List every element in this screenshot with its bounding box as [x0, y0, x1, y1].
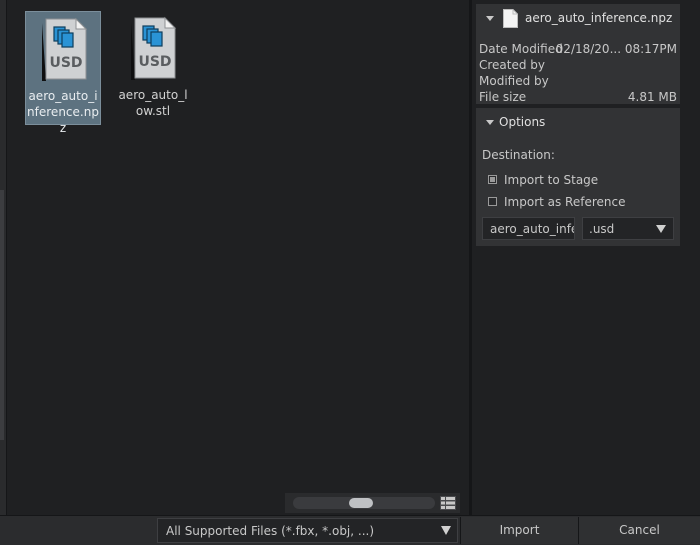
destination-label: Destination:: [482, 148, 555, 162]
collapse-triangle-icon[interactable]: [486, 120, 494, 125]
file-tile-aero-auto-inference[interactable]: USD aero_auto_inference.npz: [25, 11, 101, 135]
file-grid: USD aero_auto_inference.npz USD aero_aut…: [8, 0, 469, 515]
cancel-button[interactable]: Cancel: [578, 517, 700, 544]
file-type-filter-dropdown[interactable]: All Supported Files (*.fbx, *.obj, ...): [157, 518, 458, 543]
usd-file-icon: USD: [42, 17, 88, 81]
thumbnail-zoom-bar: [285, 493, 460, 513]
zoom-slider[interactable]: [293, 497, 435, 509]
options-header[interactable]: Options: [476, 108, 680, 136]
document-icon: [503, 9, 518, 28]
svg-text:USD: USD: [49, 55, 82, 71]
info-row-date-modified: Date Modified 02/18/20... 08:17PM: [479, 42, 677, 56]
output-name-field[interactable]: aero_auto_infe: [482, 217, 575, 240]
import-button[interactable]: Import: [460, 517, 578, 544]
details-panel: aero_auto_inference.npz Date Modified 02…: [472, 0, 700, 515]
selected-file-name: aero_auto_inference.npz: [525, 11, 673, 25]
left-scrollbar[interactable]: [0, 0, 7, 515]
info-row-file-size: File size 4.81 MB: [479, 90, 677, 104]
dropdown-arrow-icon: [441, 526, 451, 535]
file-tile-aero-auto-low[interactable]: USD aero_auto_low.stl: [115, 11, 191, 125]
extension-dropdown[interactable]: .usd: [582, 217, 674, 240]
import-to-stage-radio[interactable]: [488, 175, 497, 184]
grid-view-icon[interactable]: [440, 496, 456, 510]
zoom-slider-handle[interactable]: [349, 498, 373, 508]
svg-text:USD: USD: [138, 54, 171, 70]
file-info-section: aero_auto_inference.npz Date Modified 02…: [476, 4, 680, 104]
file-info-header[interactable]: aero_auto_inference.npz: [476, 4, 680, 36]
file-name-label: aero_auto_low.stl: [118, 88, 188, 118]
left-scrollbar-thumb[interactable]: [0, 190, 4, 440]
dropdown-arrow-icon: [656, 225, 666, 233]
info-row-created-by: Created by: [479, 58, 546, 72]
dialog-footer: All Supported Files (*.fbx, *.obj, ...) …: [0, 515, 700, 545]
collapse-triangle-icon[interactable]: [486, 16, 494, 21]
options-title: Options: [499, 115, 546, 129]
options-section: Options Destination: Import to Stage Imp…: [476, 108, 680, 246]
import-as-reference-radio[interactable]: [488, 197, 497, 206]
info-row-modified-by: Modified by: [479, 74, 549, 88]
file-name-label: aero_auto_inference.npz: [27, 89, 99, 135]
usd-file-icon: USD: [131, 16, 177, 80]
